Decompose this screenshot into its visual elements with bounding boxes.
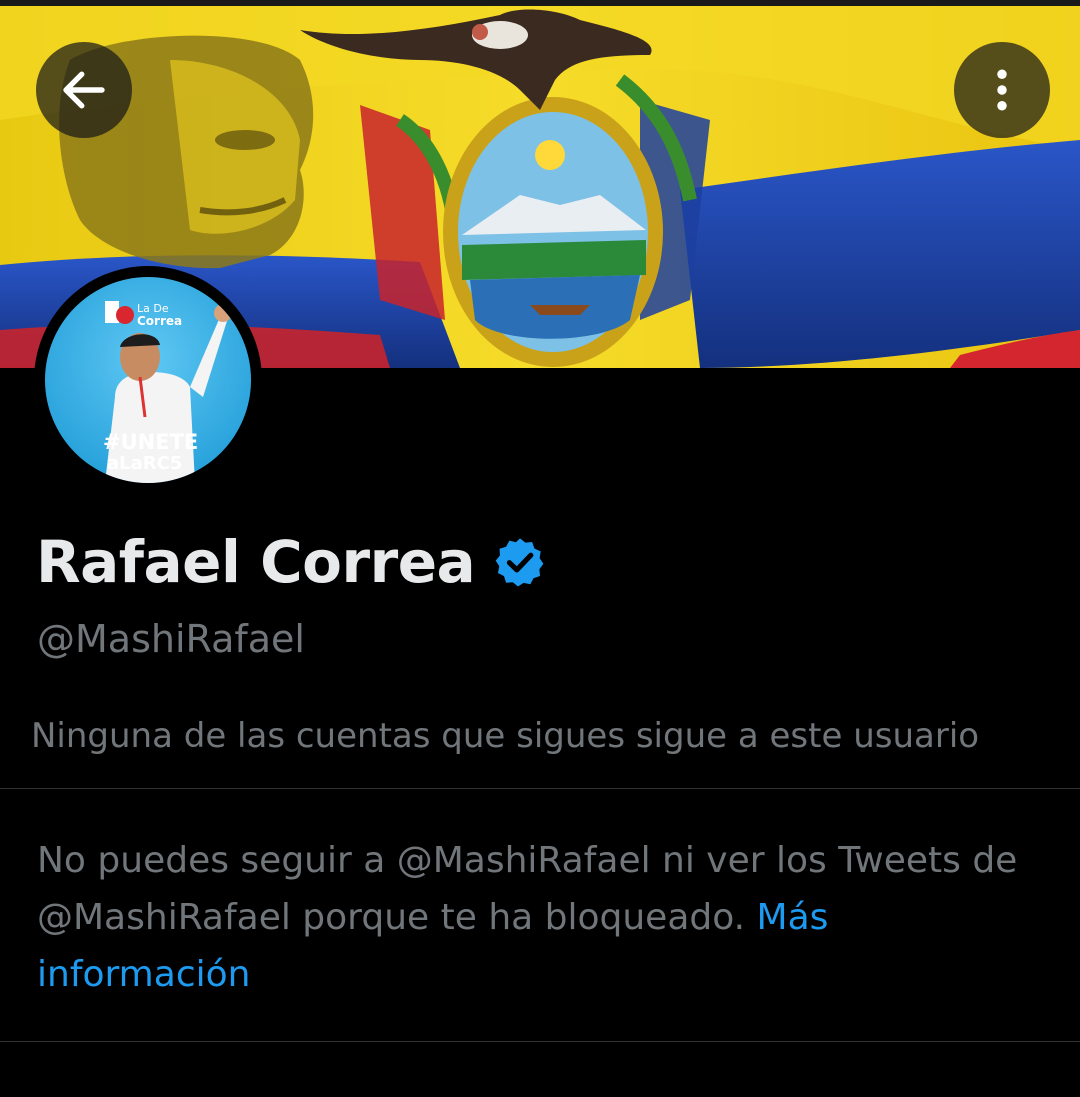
profile-handle: @MashiRafael	[37, 617, 305, 661]
blocked-notice: No puedes seguir a @MashiRafael ni ver l…	[37, 832, 1047, 1003]
avatar-hashtag-line1: #UNETE	[103, 430, 198, 454]
divider	[0, 788, 1080, 789]
blocked-notice-text: No puedes seguir a @MashiRafael ni ver l…	[37, 840, 1018, 938]
back-button[interactable]	[36, 42, 132, 138]
divider	[0, 1041, 1080, 1042]
avatar-image: La De Correa #UNETE aLaRC5	[45, 277, 251, 483]
arrow-left-icon	[63, 71, 105, 109]
avatar-logo-line2: Correa	[137, 314, 182, 328]
verified-badge-icon[interactable]	[493, 535, 547, 589]
more-vertical-icon	[997, 69, 1007, 111]
profile-name-row: Rafael Correa	[36, 528, 547, 596]
followers-you-know-text[interactable]: Ninguna de las cuentas que sigues sigue …	[31, 716, 979, 756]
avatar[interactable]: La De Correa #UNETE aLaRC5	[34, 266, 262, 494]
display-name: Rafael Correa	[36, 528, 476, 596]
more-options-button[interactable]	[954, 42, 1050, 138]
avatar-hashtag-line2: aLaRC5	[107, 453, 182, 474]
profile-page: La De Correa #UNETE aLaRC5 Rafael Correa…	[0, 0, 1080, 1097]
